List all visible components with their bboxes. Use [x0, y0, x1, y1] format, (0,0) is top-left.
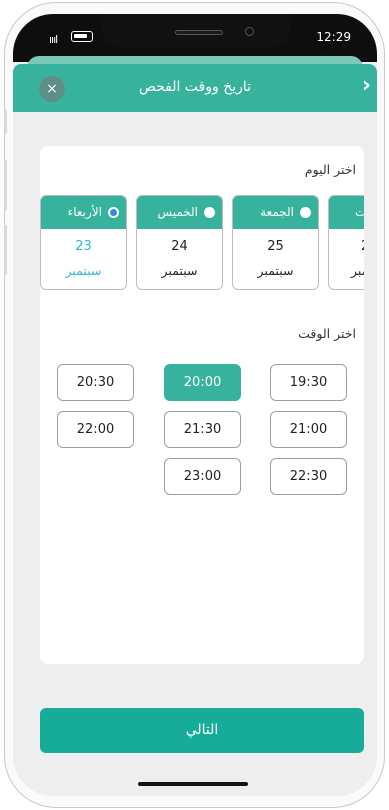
time-slot-2000-selected[interactable]: 20:00: [164, 364, 241, 401]
signal-icon: ıııl: [49, 33, 58, 46]
back-button[interactable]: ›: [362, 73, 371, 98]
day-card-friday[interactable]: الجمعة 25 سبتمبر: [232, 195, 319, 290]
day-month: سبتمبر: [351, 263, 364, 278]
next-button[interactable]: التالي: [40, 708, 364, 753]
mute-switch: [4, 110, 7, 134]
chevron-right-icon: ›: [361, 73, 371, 98]
day-header: الأربعاء: [41, 196, 126, 229]
day-card-saturday-partial[interactable]: ت 2 سبتمبر: [328, 195, 364, 290]
radio-icon: [300, 207, 311, 218]
day-header: الجمعة: [233, 196, 318, 229]
speaker: [175, 30, 223, 35]
time-slot-2130[interactable]: 21:30: [164, 411, 241, 448]
volume-up-button: [4, 160, 7, 210]
day-month: سبتمبر: [161, 263, 198, 278]
day-number: 25: [267, 239, 284, 254]
volume-down-button: [4, 225, 7, 275]
time-slot-2030[interactable]: 20:30: [57, 364, 134, 401]
day-number: 2: [361, 239, 364, 254]
camera: [245, 27, 254, 36]
time-section-label: اختر الوقت: [298, 326, 356, 341]
day-month: سبتمبر: [257, 263, 294, 278]
screen: ıııl 12:29 × تاريخ ووقت الفحص › اختر الي…: [13, 14, 377, 796]
status-time: 12:29: [316, 30, 351, 44]
day-name: الأربعاء: [67, 205, 102, 219]
time-slot-1930[interactable]: 19:30: [270, 364, 347, 401]
radio-icon: [204, 207, 215, 218]
day-card-thursday[interactable]: الخميس 24 سبتمبر: [136, 195, 223, 290]
day-month: سبتمبر: [65, 263, 102, 278]
day-name: الخميس: [157, 205, 198, 219]
day-header: ت: [329, 196, 364, 229]
day-card-wednesday[interactable]: الأربعاء 23 سبتمبر: [40, 195, 127, 290]
status-bar: ıııl 12:29: [13, 14, 377, 62]
header-bar: × تاريخ ووقت الفحص ›: [13, 64, 377, 112]
page-title: تاريخ ووقت الفحص: [138, 79, 252, 95]
battery-icon: [71, 31, 93, 42]
time-slot-2200[interactable]: 22:00: [57, 411, 134, 448]
time-slot-2230[interactable]: 22:30: [270, 458, 347, 495]
day-header: الخميس: [137, 196, 222, 229]
time-slot-2100[interactable]: 21:00: [270, 411, 347, 448]
time-slot-2300[interactable]: 23:00: [164, 458, 241, 495]
appointment-card: اختر اليوم الأربعاء 23 سبتمبر الخميس 24 …: [40, 146, 364, 664]
day-section-label: اختر اليوم: [304, 162, 356, 177]
home-indicator: [138, 782, 248, 786]
day-number: 23: [75, 239, 92, 254]
radio-selected-icon: [108, 207, 119, 218]
day-name: ت: [355, 196, 364, 229]
day-number: 24: [171, 239, 188, 254]
day-name: الجمعة: [260, 205, 294, 219]
